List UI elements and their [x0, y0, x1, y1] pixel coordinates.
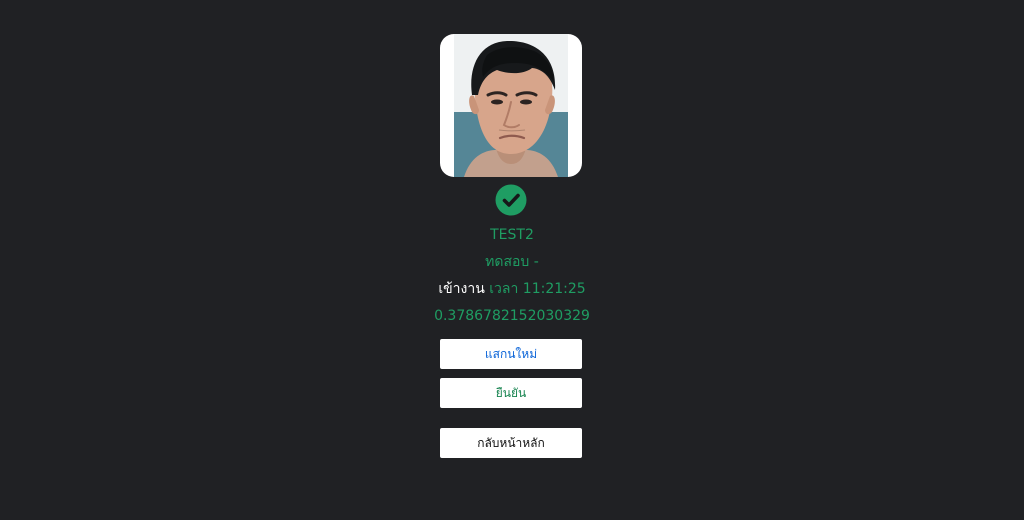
attendance-time-row: เข้างาน เวลา 11:21:25 — [312, 280, 712, 298]
time-value: 11:21:25 — [522, 281, 586, 297]
employee-department: ทดสอบ - — [485, 254, 539, 270]
match-score: 0.3786782152030329 — [434, 308, 590, 324]
time-label: เวลา — [489, 281, 519, 297]
attendance-type: เข้างาน — [438, 281, 485, 297]
captured-face-photo-frame — [440, 34, 582, 177]
confirm-button[interactable]: ยืนยัน — [440, 378, 582, 408]
check-circle-icon — [495, 184, 527, 216]
employee-name: TEST2 — [490, 227, 534, 243]
back-to-home-button[interactable]: กลับหน้าหลัก — [440, 428, 582, 458]
rescan-button[interactable]: แสกนใหม่ — [440, 339, 582, 369]
face-scan-result-screen: TEST2 ทดสอบ - เข้างาน เวลา 11:21:25 0.37… — [0, 0, 1024, 520]
captured-face-photo — [454, 34, 568, 177]
